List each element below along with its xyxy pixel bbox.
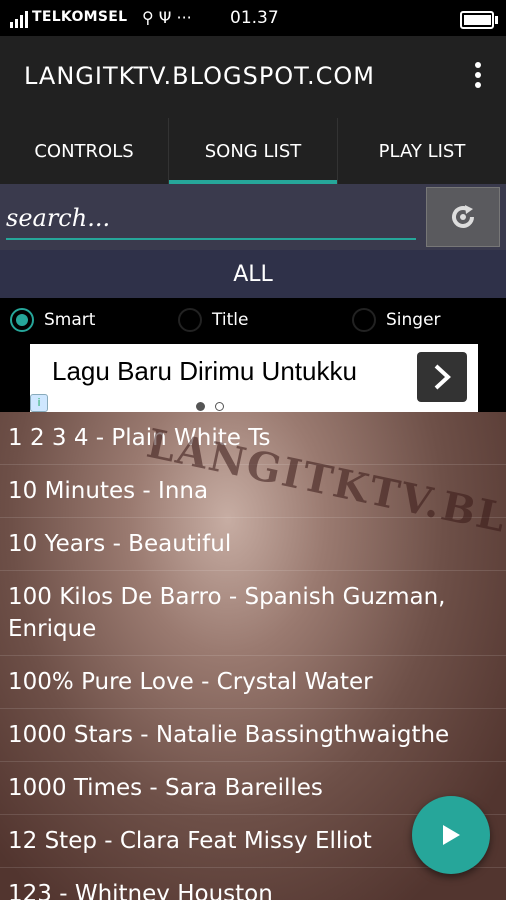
search-mode-radio-group: Smart Title Singer: [0, 298, 506, 344]
radio-singer[interactable]: Singer: [352, 308, 441, 332]
ad-pager-dots: [196, 396, 252, 430]
signal-icon: [10, 11, 28, 28]
radio-title[interactable]: Title: [178, 308, 248, 332]
app-title: LANGITKTV.BLOGSPOT.COM: [24, 62, 375, 90]
refresh-icon: [452, 205, 474, 228]
radio-selected-icon: [10, 308, 34, 332]
radio-title-label: Title: [212, 310, 249, 330]
ad-info-icon[interactable]: i: [30, 394, 48, 412]
play-icon: [443, 825, 460, 845]
status-bar: TELKOMSEL ⚲ Ψ ··· 01.37: [0, 0, 506, 36]
tab-song-list[interactable]: SONG LIST: [169, 118, 338, 184]
tab-controls[interactable]: CONTROLS: [0, 118, 169, 184]
status-icons: ⚲ Ψ ···: [142, 8, 192, 27]
ad-text[interactable]: Lagu Baru Dirimu Untukku: [52, 356, 357, 387]
ad-banner[interactable]: i Lagu Baru Dirimu Untukku: [0, 344, 506, 430]
list-item[interactable]: 123 - Whitney Houston: [0, 868, 506, 900]
search-input[interactable]: search...: [6, 198, 416, 240]
app-bar: LANGITKTV.BLOGSPOT.COM: [0, 36, 506, 118]
carrier-label: TELKOMSEL: [32, 9, 128, 25]
tab-bar: CONTROLS SONG LIST PLAY LIST: [0, 118, 506, 184]
radio-unselected-icon: [178, 308, 202, 332]
radio-singer-label: Singer: [386, 310, 441, 330]
chevron-right-icon: [434, 364, 451, 390]
radio-smart[interactable]: Smart: [10, 308, 95, 332]
list-item[interactable]: 100% Pure Love - Crystal Water: [0, 656, 506, 709]
clock: 01.37: [230, 8, 279, 28]
radio-unselected-icon: [352, 308, 376, 332]
battery-icon: [460, 11, 498, 29]
filter-all-button[interactable]: ALL: [0, 250, 506, 298]
tab-play-list[interactable]: PLAY LIST: [338, 118, 506, 184]
list-item[interactable]: 100 Kilos De Barro - Spanish Guzman, Enr…: [0, 571, 506, 656]
overflow-menu-icon[interactable]: [468, 62, 488, 92]
search-row: search...: [0, 184, 506, 250]
list-item[interactable]: 1000 Stars - Natalie Bassingthwaigthe: [0, 709, 506, 762]
refresh-button[interactable]: [426, 187, 500, 247]
radio-smart-label: Smart: [44, 310, 96, 330]
ad-next-button[interactable]: [417, 352, 467, 402]
play-button[interactable]: [412, 796, 490, 874]
